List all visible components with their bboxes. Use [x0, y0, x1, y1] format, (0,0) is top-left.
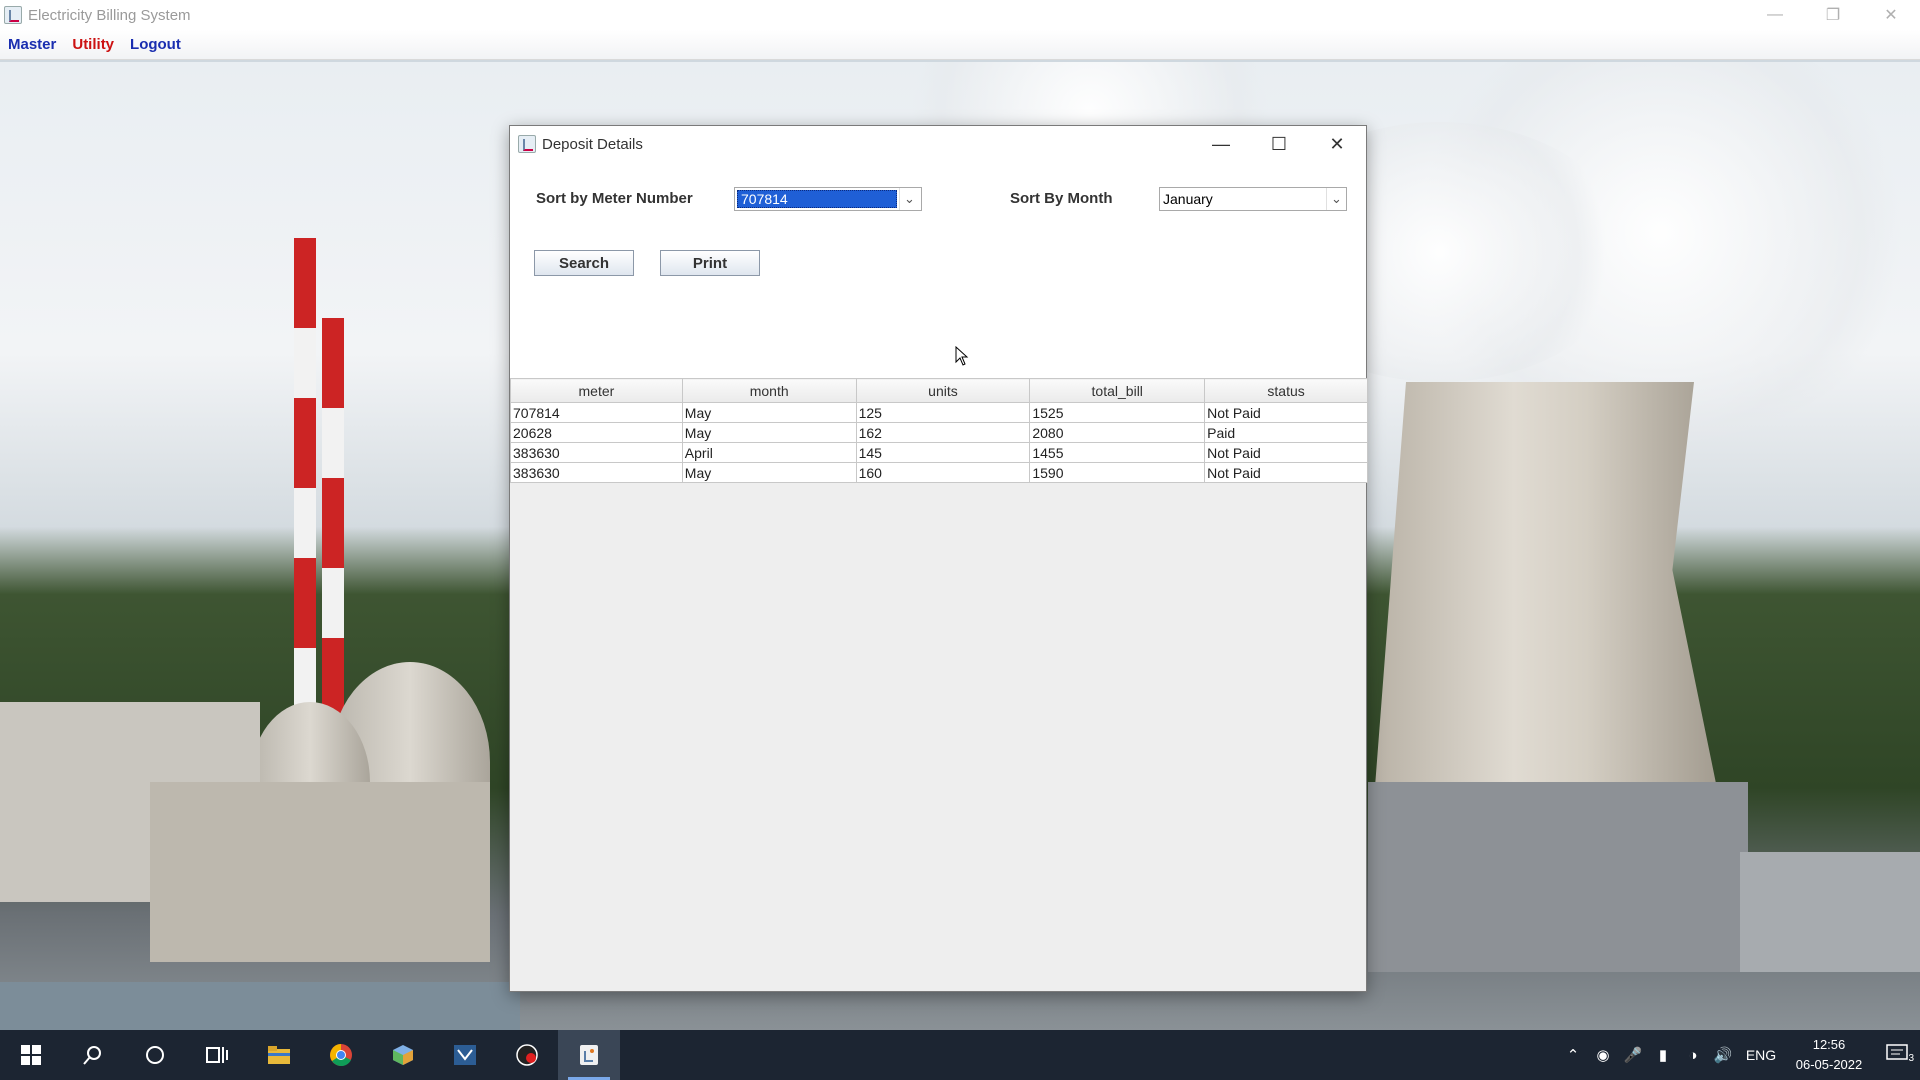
language-indicator[interactable]: ENG — [1738, 1047, 1784, 1063]
deposit-table-area: meter month units total_bill status 7078… — [510, 378, 1368, 991]
cell-month[interactable]: April — [681, 442, 857, 463]
notification-center-icon[interactable]: 3 — [1874, 1043, 1920, 1068]
column-header-total-bill[interactable]: total_bill — [1029, 378, 1206, 403]
app-title: Electricity Billing System — [28, 6, 191, 24]
microphone-icon[interactable]: 🎤 — [1618, 1046, 1648, 1064]
chevron-down-icon[interactable]: ⌄ — [1326, 188, 1346, 210]
menu-bar: Master Utility Logout — [0, 30, 1920, 60]
mouse-cursor-icon — [955, 346, 969, 366]
cell-meter[interactable]: 383630 — [510, 462, 683, 483]
cell-month[interactable]: May — [681, 422, 857, 443]
month-dropdown[interactable]: January ⌄ — [1159, 187, 1347, 211]
meet-now-icon[interactable]: ◉ — [1588, 1046, 1618, 1064]
dialog-window-controls: — ☐ ✕ — [1192, 126, 1366, 162]
cell-status[interactable]: Paid — [1204, 422, 1368, 443]
clock-date: 06-05-2022 — [1795, 1057, 1863, 1072]
minimize-icon[interactable]: — — [1192, 126, 1250, 162]
month-label: Sort By Month — [1010, 190, 1113, 207]
menu-logout[interactable]: Logout — [130, 36, 181, 53]
clock[interactable]: 12:56 06-05-2022 — [1784, 1035, 1874, 1075]
wifi-icon[interactable]: ◑ — [1678, 1047, 1708, 1064]
cell-status[interactable]: Not Paid — [1204, 442, 1368, 463]
media-app-icon[interactable] — [496, 1030, 558, 1080]
cell-status[interactable]: Not Paid — [1204, 462, 1368, 483]
java-icon — [518, 135, 536, 153]
file-explorer-icon[interactable] — [248, 1030, 310, 1080]
chevron-up-icon[interactable]: ⌃ — [1558, 1046, 1588, 1064]
taskbar: ⌃ ◉ 🎤 ▮ ◑ 🔊 ENG 12:56 06-05-2022 3 — [0, 1030, 1920, 1080]
task-view-icon[interactable] — [186, 1030, 248, 1080]
table-row[interactable]: 383630 May 160 1590 Not Paid — [510, 462, 1368, 483]
visual-studio-icon[interactable] — [434, 1030, 496, 1080]
cell-units[interactable]: 162 — [855, 422, 1031, 443]
deposit-details-dialog: Deposit Details — ☐ ✕ Sort by Meter Numb… — [509, 125, 1368, 992]
search-icon[interactable] — [62, 1030, 124, 1080]
search-button[interactable]: Search — [534, 250, 634, 276]
cell-total-bill[interactable]: 1590 — [1029, 462, 1206, 483]
cell-status[interactable]: Not Paid — [1204, 402, 1368, 423]
meter-number-dropdown[interactable]: 707814 ⌄ — [734, 187, 922, 211]
cortana-icon[interactable] — [124, 1030, 186, 1080]
app-title-bar: Electricity Billing System — ❐ ✕ — [0, 0, 1920, 30]
chevron-down-icon[interactable]: ⌄ — [899, 188, 919, 210]
meter-number-label: Sort by Meter Number — [536, 190, 693, 207]
month-value: January — [1163, 191, 1213, 207]
cell-total-bill[interactable]: 2080 — [1029, 422, 1206, 443]
notification-count: 3 — [1908, 1052, 1914, 1064]
menu-master[interactable]: Master — [8, 36, 56, 53]
windows-start-icon[interactable] — [0, 1030, 62, 1080]
column-header-units[interactable]: units — [855, 378, 1031, 403]
deposit-table: meter month units total_bill status 7078… — [510, 378, 1368, 483]
cell-units[interactable]: 145 — [855, 442, 1031, 463]
table-row[interactable]: 20628 May 162 2080 Paid — [510, 422, 1368, 443]
battery-icon[interactable]: ▮ — [1648, 1046, 1678, 1064]
table-row[interactable]: 383630 April 145 1455 Not Paid — [510, 442, 1368, 463]
maximize-icon[interactable]: ☐ — [1250, 126, 1308, 162]
minimize-icon[interactable]: — — [1746, 0, 1804, 30]
cell-total-bill[interactable]: 1455 — [1029, 442, 1206, 463]
cell-units[interactable]: 160 — [855, 462, 1031, 483]
java-app-icon[interactable] — [558, 1030, 620, 1080]
print-button[interactable]: Print — [660, 250, 760, 276]
system-tray: ⌃ ◉ 🎤 ▮ ◑ 🔊 ENG 12:56 06-05-2022 3 — [1558, 1030, 1920, 1080]
volume-icon[interactable]: 🔊 — [1708, 1046, 1738, 1064]
restore-icon[interactable]: ❐ — [1804, 0, 1862, 30]
column-header-status[interactable]: status — [1204, 378, 1368, 403]
column-header-meter[interactable]: meter — [510, 378, 683, 403]
cell-meter[interactable]: 707814 — [510, 402, 683, 423]
cell-month[interactable]: May — [681, 462, 857, 483]
clock-time: 12:56 — [1812, 1037, 1846, 1052]
cell-month[interactable]: May — [681, 402, 857, 423]
chrome-icon[interactable] — [310, 1030, 372, 1080]
menu-utility[interactable]: Utility — [72, 36, 114, 53]
close-icon[interactable]: ✕ — [1308, 126, 1366, 162]
dialog-title-bar: Deposit Details — ☐ ✕ — [510, 126, 1366, 162]
java-icon — [4, 6, 22, 24]
cell-total-bill[interactable]: 1525 — [1029, 402, 1206, 423]
dialog-title: Deposit Details — [542, 135, 643, 153]
cell-units[interactable]: 125 — [855, 402, 1031, 423]
cell-meter[interactable]: 383630 — [510, 442, 683, 463]
cell-meter[interactable]: 20628 — [510, 422, 683, 443]
table-row[interactable]: 707814 May 125 1525 Not Paid — [510, 402, 1368, 423]
column-header-month[interactable]: month — [681, 378, 857, 403]
app-window-controls: — ❐ ✕ — [1746, 0, 1920, 30]
meter-number-value: 707814 — [737, 190, 897, 208]
close-icon[interactable]: ✕ — [1862, 0, 1920, 30]
table-header-row: meter month units total_bill status — [510, 378, 1368, 403]
app-cube-icon[interactable] — [372, 1030, 434, 1080]
